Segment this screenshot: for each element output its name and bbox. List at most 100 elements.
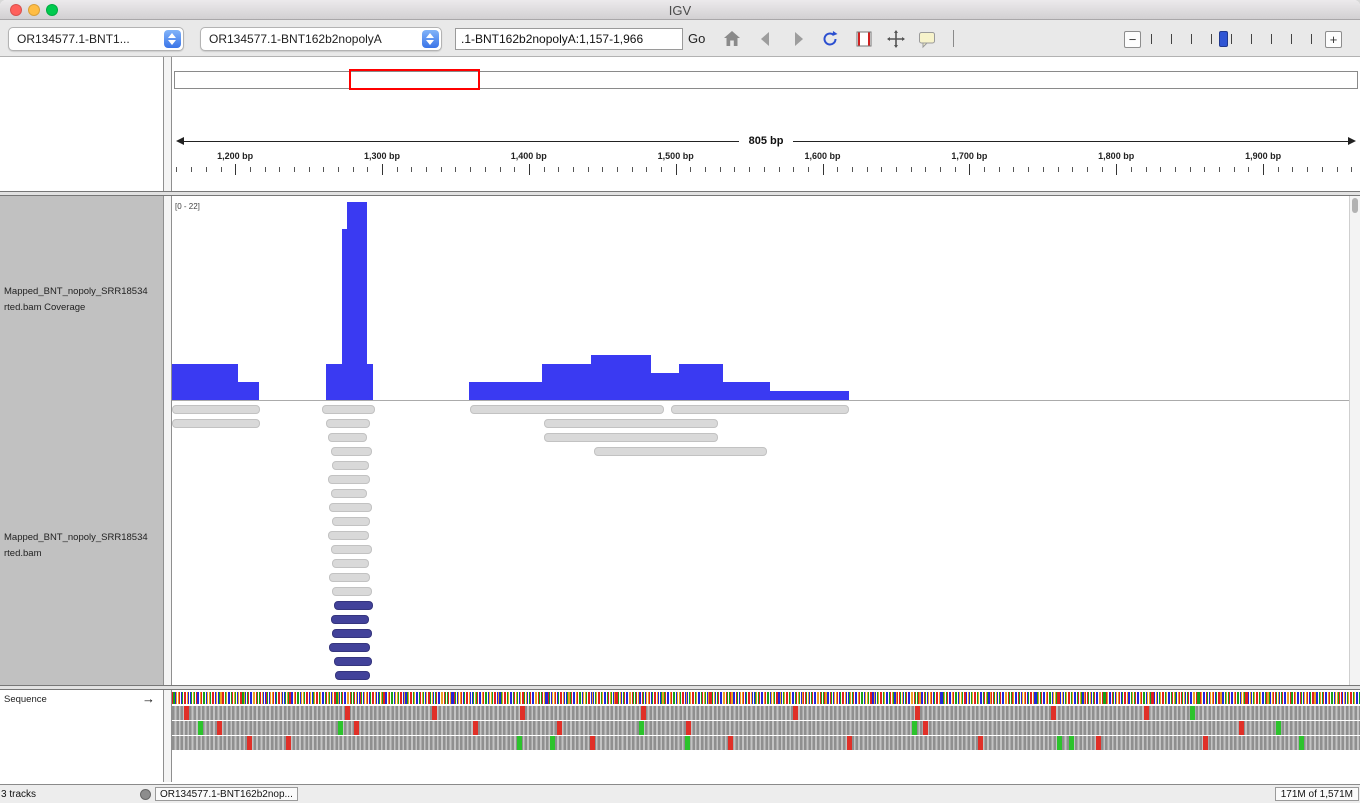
- ruler-tick: [1101, 167, 1103, 172]
- ruler-tick: [205, 167, 207, 172]
- go-button[interactable]: Go: [688, 31, 705, 46]
- ruler-tick: [1277, 167, 1279, 172]
- amino-acid-start-codon: [1068, 736, 1074, 750]
- ruler-tick: [1086, 167, 1088, 172]
- amino-acid-start-codon: [685, 736, 691, 750]
- amino-acid-start-codon: [1190, 706, 1196, 720]
- alignment-read[interactable]: [543, 433, 719, 442]
- region-of-interest-icon[interactable]: [854, 29, 874, 49]
- alignment-read[interactable]: [321, 405, 375, 414]
- zoom-thumb[interactable]: [1219, 31, 1228, 47]
- ruler-tick-label: 1,800 bp: [1098, 151, 1135, 161]
- panel-splitter-vertical[interactable]: [163, 57, 172, 191]
- alignment-read[interactable]: [326, 419, 371, 428]
- tick-layer: 1,200 bp 1,300 bp 1,400 bp 1,500 bp 1,600 bp…: [172, 151, 1360, 191]
- ruler-tick: [954, 167, 956, 172]
- tooltip-bubble-icon[interactable]: [917, 29, 937, 49]
- alignment-read[interactable]: [330, 615, 369, 624]
- amino-row: [172, 721, 1360, 735]
- ruler-tick: [558, 167, 560, 172]
- ruler-tick: [220, 167, 222, 172]
- ruler-tick-label: 1,300 bp: [363, 151, 401, 161]
- ruler-tick: [837, 167, 839, 172]
- refresh-icon[interactable]: [820, 29, 840, 49]
- alignment-read[interactable]: [327, 433, 368, 442]
- tracks-main: [0 - 22]: [172, 196, 1360, 685]
- zoom-tick: [1191, 34, 1192, 44]
- alignment-read[interactable]: [330, 447, 372, 456]
- vertical-scrollbar[interactable]: [1349, 196, 1360, 685]
- amino-acid-stop-codon: [914, 706, 920, 720]
- zoom-out-button[interactable]: −: [1124, 30, 1141, 48]
- locus-input[interactable]: [455, 28, 683, 50]
- ruler-tick: [1307, 167, 1309, 172]
- alignment-read[interactable]: [330, 489, 368, 498]
- alignment-read[interactable]: [327, 475, 371, 484]
- fit-to-window-icon[interactable]: [886, 29, 906, 49]
- ruler-tick: [1233, 167, 1235, 172]
- ruler-tick: [1189, 167, 1191, 172]
- alignment-read[interactable]: [172, 405, 261, 414]
- amino-acid-stop-codon: [246, 736, 252, 750]
- zoom-in-button[interactable]: +: [1325, 30, 1342, 48]
- back-arrow-icon[interactable]: [756, 29, 776, 49]
- scrollbar-thumb[interactable]: [1352, 198, 1358, 213]
- alignment-read[interactable]: [335, 671, 371, 680]
- alignment-read[interactable]: [332, 517, 371, 526]
- strand-arrow-icon[interactable]: →: [142, 691, 155, 706]
- chromosome-dropdown[interactable]: OR134577.1-BNT162b2nopolyA: [200, 27, 442, 51]
- alignment-read[interactable]: [332, 629, 372, 638]
- alignment-read[interactable]: [330, 545, 372, 554]
- ruler-tick: [984, 167, 986, 172]
- alignment-read[interactable]: [329, 503, 372, 512]
- toolbar: OR134577.1-BNT1... OR134577.1-BNT162b2no…: [0, 20, 1360, 57]
- zoom-tick: [1311, 34, 1312, 44]
- alignment-read[interactable]: [332, 461, 369, 470]
- forward-arrow-icon[interactable]: [788, 29, 808, 49]
- alignment-read[interactable]: [327, 531, 369, 540]
- alignment-read[interactable]: [671, 405, 849, 414]
- alignment-track-name[interactable]: Mapped_BNT_nopoly_SRR18534 rted.bam: [4, 530, 148, 562]
- dropdown-stepper-icon: [422, 30, 439, 48]
- alignment-read[interactable]: [329, 643, 371, 652]
- alignment-read[interactable]: [333, 601, 374, 610]
- home-icon[interactable]: [722, 29, 742, 49]
- memory-usage-label[interactable]: 171M of 1,571M: [1274, 787, 1359, 801]
- ruler-tick: [807, 167, 809, 172]
- ruler-tick: [1145, 167, 1147, 172]
- alignment-read[interactable]: [470, 405, 664, 414]
- toolbar-separator: [953, 30, 954, 47]
- ruler-tick: [1292, 167, 1294, 172]
- ruler-tick-label: 1,700 bp: [951, 151, 988, 161]
- ruler-tick: [499, 167, 501, 172]
- coverage-bar: [678, 364, 723, 400]
- alignment-read[interactable]: [543, 419, 719, 428]
- sequence-track-name[interactable]: Sequence: [4, 694, 47, 705]
- alignment-read[interactable]: [172, 419, 261, 428]
- ruler-tick: [778, 167, 780, 172]
- panel-splitter-vertical[interactable]: [163, 690, 172, 782]
- amino-acid-stop-codon: [686, 721, 692, 735]
- ruler-tick: [822, 164, 824, 175]
- zoom-tick: [1151, 34, 1152, 44]
- ruler-tick: [249, 167, 251, 172]
- coverage-track-name[interactable]: Mapped_BNT_nopoly_SRR18534 rted.bam Cove…: [4, 284, 148, 316]
- status-circle-icon[interactable]: [140, 789, 151, 800]
- alignment-read[interactable]: [332, 559, 369, 568]
- alignment-read[interactable]: [593, 447, 767, 456]
- zoom-tick-strip[interactable]: [1147, 30, 1319, 48]
- ruler-tick: [793, 167, 795, 172]
- coverage-bar: [542, 364, 591, 400]
- window-title: IGV: [668, 3, 692, 18]
- ideogram-region[interactable]: [349, 69, 480, 90]
- amino-acid-stop-codon: [472, 721, 478, 735]
- alignment-read[interactable]: [333, 657, 372, 666]
- alignment-read[interactable]: [332, 587, 372, 596]
- igv-window: IGV OR134577.1-BNT1... OR134577.1-BNT162…: [0, 0, 1360, 803]
- alignment-read[interactable]: [329, 573, 371, 582]
- genome-dropdown[interactable]: OR134577.1-BNT1...: [8, 27, 184, 51]
- coverage-alignment-divider: [172, 400, 1360, 401]
- amino-acid-stop-codon: [641, 706, 647, 720]
- ruler-tick: [1321, 167, 1323, 172]
- panel-splitter-vertical[interactable]: [163, 196, 172, 685]
